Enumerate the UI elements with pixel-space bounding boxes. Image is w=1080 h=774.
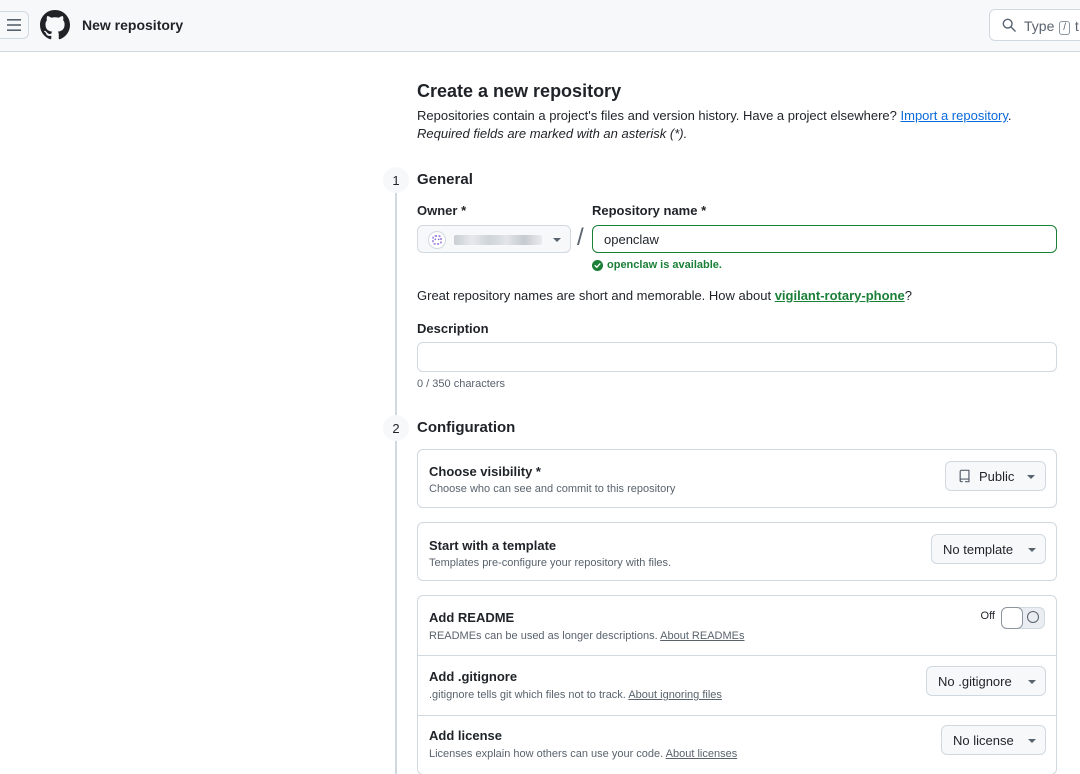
license-subtitle: Licenses explain how others can use your… — [429, 748, 738, 760]
toggle-off-icon — [1027, 611, 1039, 623]
search-placeholder: Type / t — [1024, 18, 1079, 35]
step-number-2: 2 — [383, 415, 409, 441]
owner-label: Owner * — [417, 203, 467, 218]
hamburger-icon — [7, 19, 21, 31]
about-licenses-link[interactable]: About licenses — [666, 748, 738, 760]
license-value: No license — [953, 733, 1014, 748]
repository-files-box: Add README READMEs can be used as longer… — [417, 595, 1057, 774]
gitignore-dropdown[interactable]: No .gitignore — [926, 666, 1046, 696]
license-row: Add license Licenses explain how others … — [418, 716, 1056, 774]
section-title-general: General — [417, 171, 473, 188]
template-box: Start with a template Templates pre-conf… — [417, 522, 1057, 581]
description-input[interactable] — [417, 342, 1057, 372]
template-title: Start with a template — [429, 538, 557, 553]
readme-row: Add README READMEs can be used as longer… — [418, 596, 1056, 655]
chevron-down-icon — [1028, 739, 1036, 743]
import-repository-link[interactable]: Import a repository — [901, 108, 1008, 123]
steps-timeline — [395, 190, 397, 774]
section-title-configuration: Configuration — [417, 419, 516, 436]
visibility-dropdown[interactable]: Public — [945, 461, 1046, 491]
owner-repo-separator: / — [577, 224, 584, 251]
description-label: Description — [417, 321, 489, 336]
readme-title: Add README — [429, 610, 515, 625]
visibility-subtitle: Choose who can see and commit to this re… — [429, 483, 676, 495]
gitignore-row: Add .gitignore .gitignore tells git whic… — [418, 656, 1056, 715]
chevron-down-icon — [553, 238, 561, 242]
readme-toggle-label: Off — [980, 610, 995, 622]
check-circle-icon — [592, 259, 603, 271]
chevron-down-icon — [1028, 548, 1036, 552]
repo-icon — [959, 469, 970, 483]
search-icon — [1002, 18, 1016, 32]
suggested-name-link[interactable]: vigilant-rotary-phone — [775, 288, 905, 303]
license-title: Add license — [429, 728, 502, 743]
template-dropdown[interactable]: No template — [931, 534, 1046, 564]
readme-subtitle: READMEs can be used as longer descriptio… — [429, 630, 745, 642]
readme-toggle[interactable] — [1001, 607, 1045, 629]
gitignore-title: Add .gitignore — [429, 669, 518, 684]
about-readmes-link[interactable]: About READMEs — [660, 630, 744, 642]
visibility-title: Choose visibility * — [429, 464, 541, 479]
repository-name-label: Repository name * — [592, 203, 707, 218]
name-suggestion: Great repository names are short and mem… — [417, 288, 912, 303]
chevron-down-icon — [1028, 680, 1036, 684]
template-value: No template — [943, 542, 1014, 557]
availability-text: openclaw is available. — [607, 259, 722, 271]
availability-message: openclaw is available. — [592, 258, 722, 272]
owner-name-redacted — [454, 235, 542, 245]
gitignore-subtitle: .gitignore tells git which files not to … — [429, 689, 722, 701]
search-shortcut-key: / — [1059, 21, 1071, 35]
about-ignoring-files-link[interactable]: About ignoring files — [628, 689, 722, 701]
intro-text: Repositories contain a project's files a… — [417, 108, 1012, 123]
page-header-title: New repository — [82, 17, 184, 33]
gitignore-value: No .gitignore — [938, 674, 1012, 689]
top-header: New repository Type / t — [0, 0, 1080, 52]
visibility-value: Public — [979, 469, 1015, 484]
visibility-box: Choose visibility * Choose who can see a… — [417, 449, 1057, 508]
toggle-knob — [1001, 607, 1023, 629]
license-dropdown[interactable]: No license — [941, 725, 1046, 755]
menu-button[interactable] — [0, 11, 29, 39]
page-title: Create a new repository — [417, 81, 622, 101]
description-char-count: 0 / 350 characters — [417, 378, 506, 390]
required-fields-note: Required fields are marked with an aster… — [417, 126, 688, 141]
search-input[interactable]: Type / t — [989, 9, 1080, 41]
owner-select[interactable] — [417, 225, 571, 253]
avatar-icon — [432, 235, 442, 245]
owner-avatar — [428, 231, 446, 249]
github-logo-icon[interactable] — [40, 10, 70, 40]
repository-name-input[interactable] — [592, 225, 1057, 253]
chevron-down-icon — [1027, 475, 1035, 479]
template-subtitle: Templates pre-configure your repository … — [429, 557, 672, 569]
step-number-1: 1 — [383, 167, 409, 193]
